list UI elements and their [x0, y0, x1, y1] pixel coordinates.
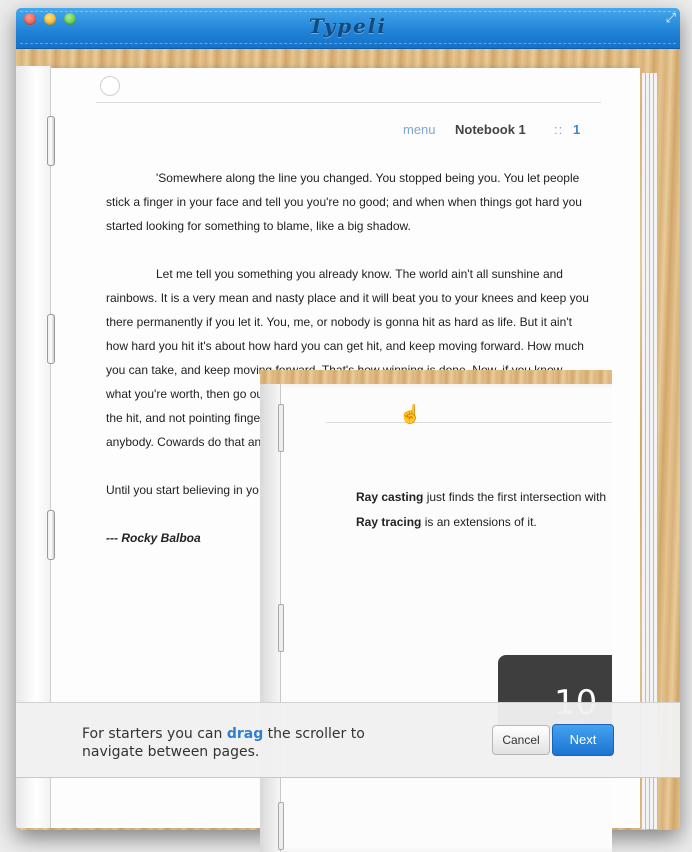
tip-bar: For starters you can drag the scroller t…	[16, 702, 680, 778]
tip-text: navigate between pages.	[82, 744, 260, 760]
document-line: anybody. Cowards do that an	[106, 435, 262, 449]
binder-ring	[278, 604, 284, 652]
tip-text: the scroller to	[263, 726, 365, 742]
document-line: Let me tell you something you already kn…	[156, 267, 563, 281]
preview-line: Ray casting just finds the first interse…	[356, 490, 606, 504]
preview-term: Ray casting	[356, 490, 424, 504]
menu-link[interactable]: menu	[403, 122, 436, 137]
tip-message: For starters you can drag the scroller t…	[82, 725, 365, 761]
document-line: how hard you hit it's about how hard you…	[106, 339, 584, 353]
document-line: what you're worth, then go ou	[106, 387, 264, 401]
preview-wood-strip	[260, 370, 612, 384]
page-number[interactable]: 1	[573, 122, 580, 137]
title-bar: Typeli ⤢	[16, 8, 680, 49]
document-line: Until you start believing in yo	[106, 483, 259, 497]
document-line: 'Somewhere along the line you changed. Y…	[156, 171, 580, 185]
document-line: stick a finger in your face and tell you…	[106, 195, 582, 209]
header-separator: ::	[554, 122, 564, 137]
tip-highlight: drag	[226, 726, 264, 742]
cancel-button[interactable]: Cancel	[492, 725, 550, 755]
preview-term: Ray tracing	[356, 515, 422, 529]
binder-ring	[47, 314, 55, 364]
binder-ring	[47, 510, 55, 560]
binder-ring	[278, 802, 284, 850]
document-line: there permanently if you let it. You, me…	[106, 315, 572, 329]
binder-ring	[47, 116, 55, 166]
next-button[interactable]: Next	[552, 724, 614, 756]
preview-paper: ☝ Ray casting just finds the first inter…	[260, 384, 612, 852]
app-title: Typeli	[308, 14, 388, 38]
header-divider	[96, 102, 601, 103]
preview-divider	[326, 422, 612, 423]
page-preview[interactable]: ☝ Ray casting just finds the first inter…	[260, 370, 612, 852]
document-author: --- Rocky Balboa	[106, 531, 201, 545]
tip-text: For starters you can	[82, 726, 227, 742]
preview-text: just finds the first intersection with	[423, 490, 607, 504]
titlebar-stitch	[20, 43, 676, 44]
document-line: rainbows. It is a very mean and nasty pl…	[106, 291, 589, 305]
notebook-title: Notebook 1	[455, 122, 526, 137]
document-line: the hit, and not pointing finge	[106, 411, 261, 425]
titlebar-stitch	[20, 11, 676, 12]
page-corner-tab[interactable]	[100, 76, 120, 96]
binder-ring	[278, 404, 284, 452]
fullscreen-icon[interactable]: ⤢	[666, 10, 676, 26]
document-line: started looking for something to blame, …	[106, 219, 411, 233]
preview-text: is an extensions of it.	[421, 515, 537, 529]
hand-cursor-icon: ☝	[399, 404, 422, 424]
preview-line: Ray tracing is an extensions of it.	[356, 515, 537, 529]
